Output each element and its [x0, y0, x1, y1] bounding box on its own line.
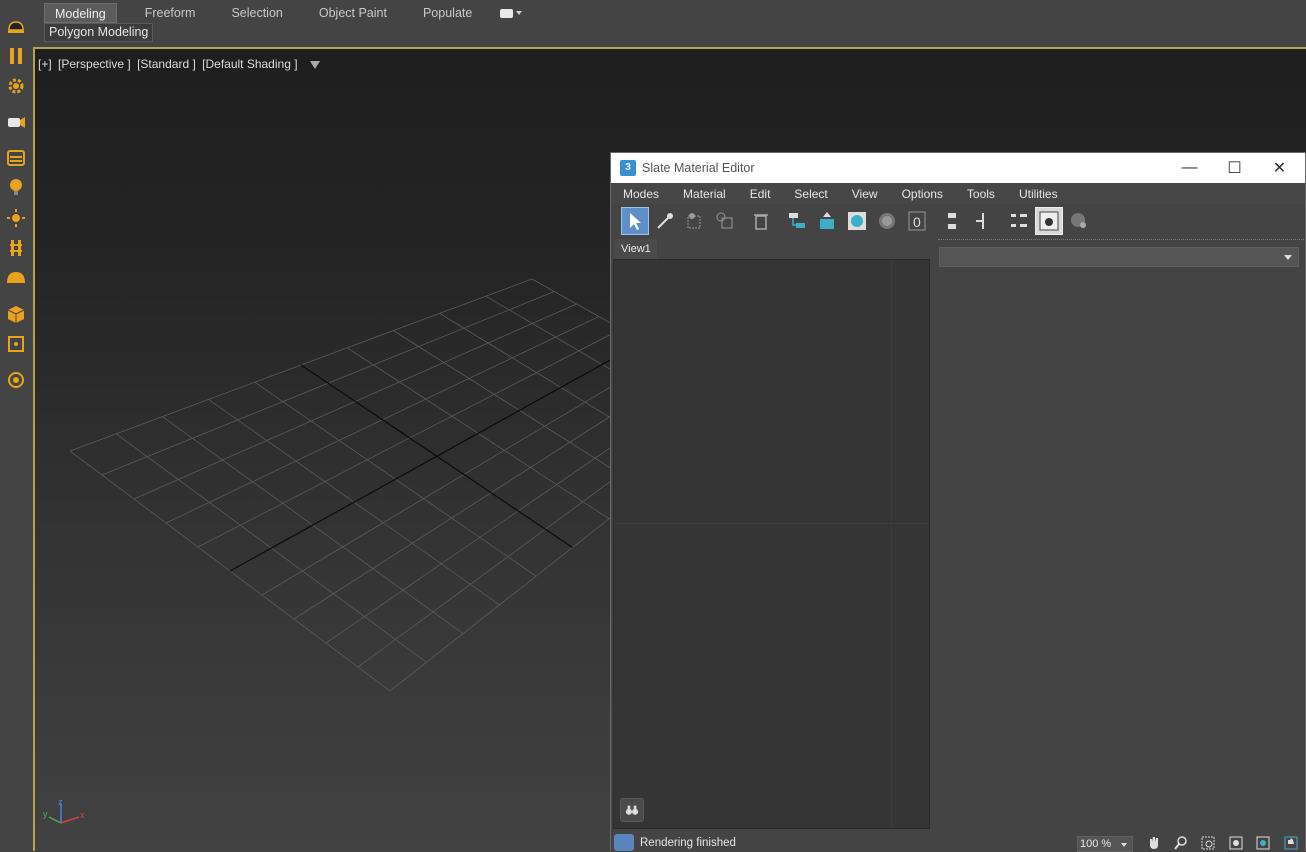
menu-options[interactable]: Options: [890, 187, 955, 201]
left-toolbar: [0, 0, 32, 851]
chevron-down-icon: [1284, 255, 1292, 260]
pan-to-selected-icon[interactable]: [1283, 835, 1299, 851]
assign-material-icon[interactable]: [711, 207, 739, 235]
menu-select[interactable]: Select: [782, 187, 839, 201]
teapot-status-icon: [614, 834, 634, 851]
ribbon: Modeling Freeform Selection Object Paint…: [0, 0, 1306, 44]
menu-tools[interactable]: Tools: [955, 187, 1007, 201]
tab-modeling[interactable]: Modeling: [44, 3, 117, 23]
pan-hand-icon[interactable]: [1146, 835, 1162, 851]
viewport-standard-menu[interactable]: [Standard ]: [137, 57, 196, 71]
orbit-icon[interactable]: [5, 369, 27, 391]
node-view-area[interactable]: [613, 259, 930, 829]
box-icon[interactable]: [5, 303, 27, 325]
axis-tripod: z x y: [43, 797, 85, 824]
tab-populate[interactable]: Populate: [415, 3, 480, 23]
ribbon-options-icon[interactable]: [500, 6, 526, 20]
zoom-select[interactable]: 100 %: [1077, 836, 1133, 852]
tab-freeform[interactable]: Freeform: [137, 3, 204, 23]
tab-selection[interactable]: Selection: [223, 3, 290, 23]
viewport-plus-menu[interactable]: [+]: [38, 57, 52, 71]
viewport-pov-menu[interactable]: [Perspective ]: [58, 57, 131, 71]
panel-icon[interactable]: [5, 147, 27, 169]
menu-view[interactable]: View: [840, 187, 890, 201]
eyedropper-icon[interactable]: [651, 207, 679, 235]
show-map-icon[interactable]: [843, 207, 871, 235]
axis-y-label: y: [43, 809, 48, 819]
editor-toolbar: 0: [611, 204, 1305, 238]
ribbon-tabs: Modeling Freeform Selection Object Paint…: [38, 2, 526, 24]
menu-utilities[interactable]: Utilities: [1007, 187, 1070, 201]
panel-divider: [938, 239, 1304, 240]
delete-icon[interactable]: [747, 207, 775, 235]
viewport-label[interactable]: [+] [Perspective ] [Standard ] [Default …: [38, 57, 323, 71]
gear-icon[interactable]: [5, 75, 27, 97]
light-bulb-icon[interactable]: [5, 176, 27, 198]
material-map-navigator-icon[interactable]: [1005, 207, 1033, 235]
layout-children-icon[interactable]: [969, 207, 997, 235]
tab-view1[interactable]: View1: [615, 239, 657, 259]
zoom-extents-selected-icon[interactable]: [1255, 835, 1271, 851]
grid-axis-line: [229, 340, 644, 572]
backlight-icon[interactable]: 0: [903, 207, 931, 235]
zoom-value: 100 %: [1080, 838, 1112, 850]
select-by-material-icon[interactable]: [1065, 207, 1093, 235]
move-children-icon[interactable]: [783, 207, 811, 235]
pause-icon[interactable]: [5, 45, 27, 67]
minimize-button[interactable]: —: [1167, 153, 1212, 183]
tab-object-paint[interactable]: Object Paint: [311, 3, 395, 23]
zoom-icon[interactable]: [1173, 835, 1189, 851]
layout-all-icon[interactable]: [939, 207, 967, 235]
svg-text:0: 0: [913, 214, 921, 230]
zoom-extents-icon[interactable]: [1228, 835, 1244, 851]
window-title: Slate Material Editor: [642, 161, 755, 175]
axis-x-label: x: [80, 810, 85, 820]
pillar-icon[interactable]: [5, 237, 27, 259]
status-bar: Rendering finished 100 %: [611, 833, 1305, 852]
menu-modes[interactable]: Modes: [611, 187, 671, 201]
slate-material-editor-window: 3 Slate Material Editor — ☐ ✕ Modes Mate…: [610, 152, 1306, 852]
menu-edit[interactable]: Edit: [738, 187, 783, 201]
put-material-icon[interactable]: [681, 207, 709, 235]
menu-bar: Modes Material Edit Select View Options …: [611, 183, 1305, 204]
binoculars-icon[interactable]: [620, 798, 644, 822]
parameter-dropdown[interactable]: [939, 247, 1299, 267]
teapot-render-icon[interactable]: [5, 16, 27, 38]
maximize-button[interactable]: ☐: [1212, 153, 1257, 183]
dome-icon[interactable]: [5, 267, 27, 289]
close-button[interactable]: ✕: [1257, 153, 1302, 183]
axis-z-label: z: [58, 797, 63, 807]
frame-icon[interactable]: [5, 333, 27, 355]
zoom-region-icon[interactable]: [1200, 835, 1216, 851]
status-text: Rendering finished: [640, 836, 736, 849]
sun-icon[interactable]: [5, 207, 27, 229]
select-tool-icon[interactable]: [621, 207, 649, 235]
hide-unused-icon[interactable]: [813, 207, 841, 235]
viewport-shading-menu[interactable]: [Default Shading ]: [202, 57, 297, 71]
polygon-modeling-button[interactable]: Polygon Modeling: [44, 23, 154, 42]
menu-material[interactable]: Material: [671, 187, 738, 201]
app-3ds-icon: 3: [620, 160, 636, 176]
title-bar[interactable]: 3 Slate Material Editor — ☐ ✕: [611, 153, 1305, 183]
parameter-editor-icon[interactable]: [1035, 207, 1063, 235]
background-icon[interactable]: [873, 207, 901, 235]
filter-icon[interactable]: [309, 60, 320, 69]
camera-icon[interactable]: [5, 111, 27, 133]
